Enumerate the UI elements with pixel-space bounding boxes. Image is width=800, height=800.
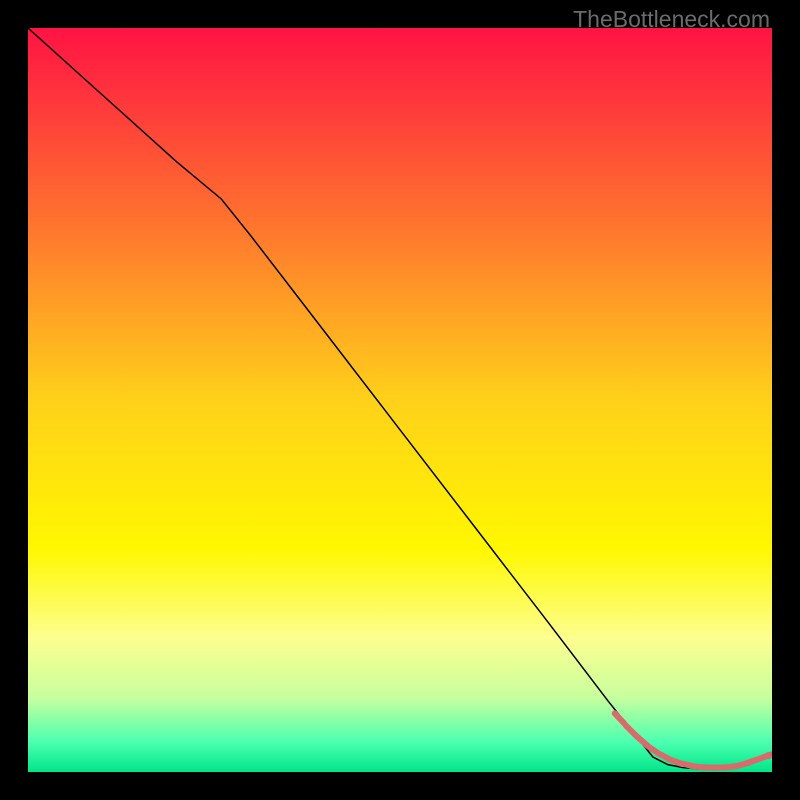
gradient-background bbox=[28, 28, 772, 772]
stage: TheBottleneck.com bbox=[0, 0, 800, 800]
chart-plot-area bbox=[28, 28, 772, 772]
bottleneck-chart bbox=[28, 28, 772, 772]
tail-end-dot bbox=[765, 752, 772, 759]
tail-marker bbox=[747, 759, 760, 764]
